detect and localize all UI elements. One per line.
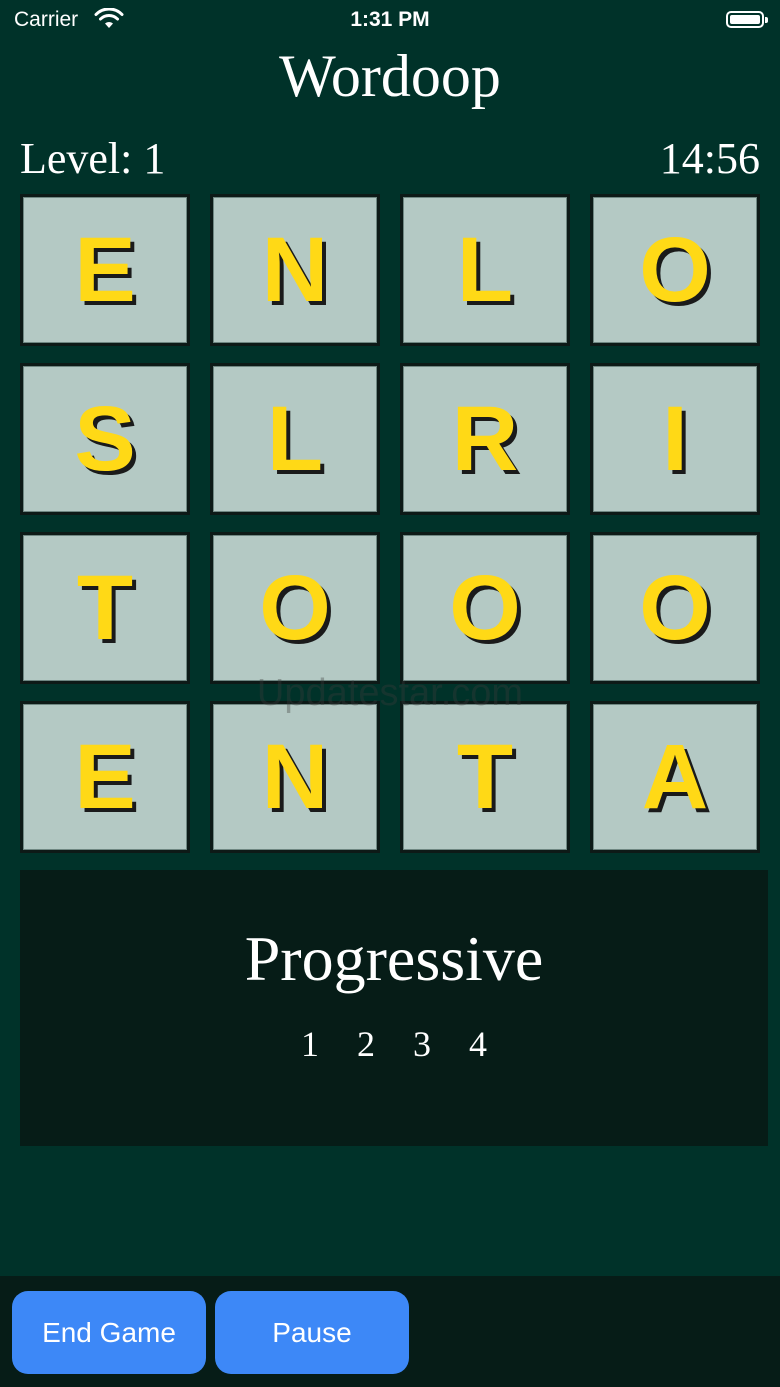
level-label: Level: 1 — [20, 134, 166, 183]
pause-button[interactable]: Pause — [215, 1291, 409, 1374]
bottom-toolbar: End Game Pause — [0, 1276, 780, 1387]
battery-icon — [726, 11, 768, 28]
tile-letter: O — [639, 557, 711, 659]
tile-letter: L — [266, 388, 324, 490]
tile-letter: N — [261, 726, 329, 828]
progress-step: 3 — [413, 1024, 431, 1064]
letter-tile[interactable]: T — [400, 701, 570, 853]
letter-grid: E N L O S L R I T O O O E N T A — [20, 194, 762, 854]
progress-step: 4 — [469, 1024, 487, 1064]
tile-letter: N — [261, 219, 329, 321]
letter-tile[interactable]: A — [590, 701, 760, 853]
letter-tile[interactable]: O — [590, 532, 760, 684]
tile-letter: A — [641, 726, 709, 828]
tile-letter: O — [259, 557, 331, 659]
tile-letter: E — [74, 726, 136, 828]
tile-letter: R — [451, 388, 519, 490]
tile-letter: I — [662, 388, 688, 490]
app-title: Wordoop — [279, 43, 501, 109]
end-game-button[interactable]: End Game — [12, 1291, 206, 1374]
game-timer: 14:56 — [659, 134, 760, 183]
tile-letter: O — [639, 219, 711, 321]
status-bar: Carrier 1:31 PM — [0, 0, 780, 40]
letter-tile[interactable]: E — [20, 194, 190, 346]
watermark: Updatestar.com — [256, 672, 524, 714]
letter-tile[interactable]: N — [210, 194, 380, 346]
letter-tile[interactable]: O — [590, 194, 760, 346]
letter-tile[interactable]: O — [210, 532, 380, 684]
progress-step: 2 — [357, 1024, 375, 1064]
progress-step: 1 — [301, 1024, 319, 1064]
progress-steps: 1 2 3 4 — [20, 1023, 768, 1065]
tile-letter: T — [76, 557, 134, 659]
tile-letter: T — [456, 726, 514, 828]
letter-tile[interactable]: S — [20, 363, 190, 515]
letter-tile[interactable]: T — [20, 532, 190, 684]
status-time: 1:31 PM — [350, 8, 430, 31]
letter-tile[interactable]: I — [590, 363, 760, 515]
letter-tile[interactable]: E — [20, 701, 190, 853]
tile-letter: E — [74, 219, 136, 321]
tile-letter: L — [456, 219, 514, 321]
letter-tile[interactable]: N — [210, 701, 380, 853]
letter-tile[interactable]: R — [400, 363, 570, 515]
progress-title: Progressive — [244, 923, 544, 994]
letter-tile[interactable]: O — [400, 532, 570, 684]
progress-panel: Progressive 1 2 3 4 — [20, 870, 768, 1146]
letter-tile[interactable]: L — [210, 363, 380, 515]
letter-tile[interactable]: L — [400, 194, 570, 346]
tile-letter: S — [74, 388, 136, 490]
tile-letter: O — [449, 557, 521, 659]
